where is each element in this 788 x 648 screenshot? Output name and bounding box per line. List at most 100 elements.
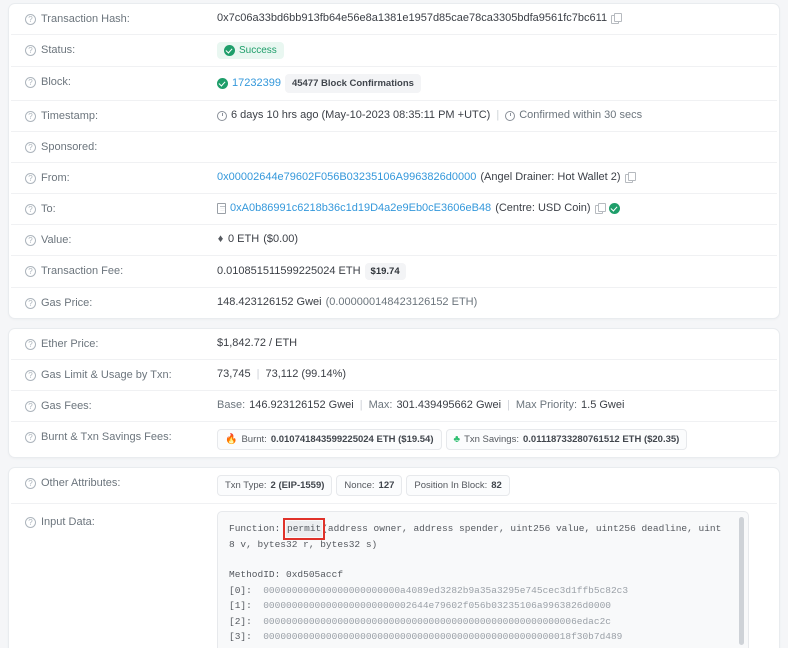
row-sponsored: ? Sponsored: <box>11 131 777 162</box>
hex-index: [1]: <box>229 600 252 611</box>
position-in-block-badge: Position In Block: 82 <box>406 475 510 496</box>
value-block: 17232399 45477 Block Confirmations <box>217 74 763 93</box>
hex-index: [3]: <box>229 631 252 642</box>
help-icon[interactable]: ? <box>25 142 36 153</box>
label-text: Gas Price: <box>41 297 93 309</box>
hex-line: [4]: 00000000000000000000000000000000000… <box>229 645 726 648</box>
label-text: Gas Fees: <box>41 400 92 412</box>
txn-savings-badge: ♣ Txn Savings: 0.01118733280761512 ETH (… <box>445 429 688 450</box>
help-icon[interactable]: ? <box>25 298 36 309</box>
flame-icon: 🔥 <box>225 433 238 445</box>
value-other-attributes: Txn Type: 2 (EIP-1559) Nonce: 127 Positi… <box>217 475 763 496</box>
gas-fees-max-value: 301.439495662 Gwei <box>396 399 502 411</box>
to-address-tag: (Centre: USD Coin) <box>495 202 591 214</box>
gas-fees-base-label: Base: <box>217 399 246 411</box>
row-gas-price: ? Gas Price: 148.423126152 Gwei (0.00000… <box>11 287 777 318</box>
row-ether-price: ? Ether Price: $1,842.72 / ETH <box>11 329 777 359</box>
help-icon[interactable]: ? <box>25 204 36 215</box>
help-icon[interactable]: ? <box>25 370 36 381</box>
label-text: Status: <box>41 44 76 56</box>
input-data-textarea[interactable]: Function: permit(address owner, address … <box>217 511 749 648</box>
verified-check-icon <box>608 203 620 214</box>
gas-fees-priority-label: Max Priority: <box>515 399 578 411</box>
help-icon[interactable]: ? <box>25 339 36 350</box>
gas-fees-separator-1: | <box>359 399 363 411</box>
transaction-details-card: ? Ether Price: $1,842.72 / ETH ? Gas Lim… <box>8 328 780 458</box>
burnt-value: 0.010741843599225024 ETH ($19.54) <box>270 434 434 445</box>
copy-icon[interactable] <box>594 203 606 214</box>
from-address-tag: (Angel Drainer: Hot Wallet 2) <box>480 171 621 183</box>
value-transaction-fee: 0.010851511599225024 ETH $19.74 <box>217 263 763 280</box>
savings-label: Txn Savings: <box>464 434 519 445</box>
label-ether-price: ? Ether Price: <box>25 336 217 352</box>
row-block: ? Block: 17232399 45477 Block Confirmati… <box>11 66 777 100</box>
label-text: Sponsored: <box>41 141 98 153</box>
gas-limit-separator: | <box>256 368 260 380</box>
timestamp-confirmed: Confirmed within 30 secs <box>519 109 643 121</box>
label-text: Timestamp: <box>41 110 99 122</box>
status-badge: Success <box>217 42 284 59</box>
function-prefix: Function: <box>229 523 287 534</box>
confirmed-clock-icon <box>505 110 516 121</box>
block-number-link[interactable]: 17232399 <box>232 76 281 91</box>
help-icon[interactable]: ? <box>25 401 36 412</box>
help-icon[interactable]: ? <box>25 478 36 489</box>
help-icon[interactable]: ? <box>25 266 36 277</box>
value-gas-fees: Base: 146.923126152 Gwei | Max: 301.4394… <box>217 398 763 413</box>
value-gas-limit: 73,745 | 73,112 (99.14%) <box>217 367 763 382</box>
function-name-highlight: permit <box>282 518 326 540</box>
label-burnt-savings: ? Burnt & Txn Savings Fees: <box>25 429 217 445</box>
row-input-data: ? Input Data: Function: permit(address o… <box>11 503 777 648</box>
help-icon[interactable]: ? <box>25 173 36 184</box>
value-transaction-hash: 0x7c06a33bd6bb913fb64e56e8a1381e1957d85c… <box>217 11 763 26</box>
value-to: 0xA0b86991c6218b36c1d19D4a2e9Eb0cE3606eB… <box>217 201 763 216</box>
help-icon[interactable]: ? <box>25 517 36 528</box>
hex-line: [0]: 000000000000000000000000a4089ed3282… <box>229 583 726 599</box>
label-timestamp: ? Timestamp: <box>25 108 217 124</box>
status-text: Success <box>239 45 277 56</box>
row-to: ? To: 0xA0b86991c6218b36c1d19D4a2e9Eb0cE… <box>11 193 777 224</box>
row-burnt-savings: ? Burnt & Txn Savings Fees: 🔥 Burnt: 0.0… <box>11 421 777 457</box>
nonce-label: Nonce: <box>344 480 375 491</box>
label-text: Transaction Fee: <box>41 265 124 277</box>
help-icon[interactable]: ? <box>25 235 36 246</box>
hex-data: 00000000000000000000000002644e79602f056b… <box>263 600 611 611</box>
label-text: Block: <box>41 76 71 88</box>
hex-line: [3]: 00000000000000000000000000000000000… <box>229 629 726 645</box>
burnt-label: Burnt: <box>241 434 267 445</box>
row-value: ? Value: ♦ 0 ETH ($0.00) <box>11 224 777 255</box>
label-block: ? Block: <box>25 74 217 90</box>
clock-icon <box>217 110 227 121</box>
label-gas-fees: ? Gas Fees: <box>25 398 217 414</box>
transaction-hash-text: 0x7c06a33bd6bb913fb64e56e8a1381e1957d85c… <box>217 12 608 24</box>
help-icon[interactable]: ? <box>25 111 36 122</box>
label-sponsored: ? Sponsored: <box>25 139 217 155</box>
label-from: ? From: <box>25 170 217 186</box>
help-icon[interactable]: ? <box>25 14 36 25</box>
hex-index: [0]: <box>229 584 252 596</box>
help-icon[interactable]: ? <box>25 45 36 56</box>
copy-icon[interactable] <box>611 13 623 24</box>
value-ether-price: $1,842.72 / ETH <box>217 336 763 351</box>
row-gas-fees: ? Gas Fees: Base: 146.923126152 Gwei | M… <box>11 390 777 421</box>
check-circle-icon <box>217 78 228 89</box>
help-icon[interactable]: ? <box>25 77 36 88</box>
row-transaction-fee: ? Transaction Fee: 0.010851511599225024 … <box>11 255 777 287</box>
from-address-link[interactable]: 0x00002644e79602F056B03235106A9963826d00… <box>217 170 476 185</box>
gas-limit-value: 73,745 <box>217 368 251 380</box>
timestamp-separator: | <box>496 109 500 121</box>
label-text: Value: <box>41 234 72 246</box>
position-value: 82 <box>491 480 502 491</box>
label-transaction-fee: ? Transaction Fee: <box>25 263 217 279</box>
transaction-fee-usd-badge: $19.74 <box>364 263 406 280</box>
input-data-scrollbar[interactable] <box>739 517 744 645</box>
label-text: To: <box>41 203 56 215</box>
help-icon[interactable]: ? <box>25 432 36 443</box>
to-address-link[interactable]: 0xA0b86991c6218b36c1d19D4a2e9Eb0cE3606eB… <box>230 201 491 216</box>
label-text: Ether Price: <box>41 338 99 350</box>
txn-type-label: Txn Type: <box>225 480 267 491</box>
gas-price-gwei: 148.423126152 Gwei <box>217 296 322 308</box>
value-input-data: Function: permit(address owner, address … <box>217 511 763 648</box>
copy-icon[interactable] <box>624 172 636 183</box>
value-status: Success <box>217 42 763 59</box>
